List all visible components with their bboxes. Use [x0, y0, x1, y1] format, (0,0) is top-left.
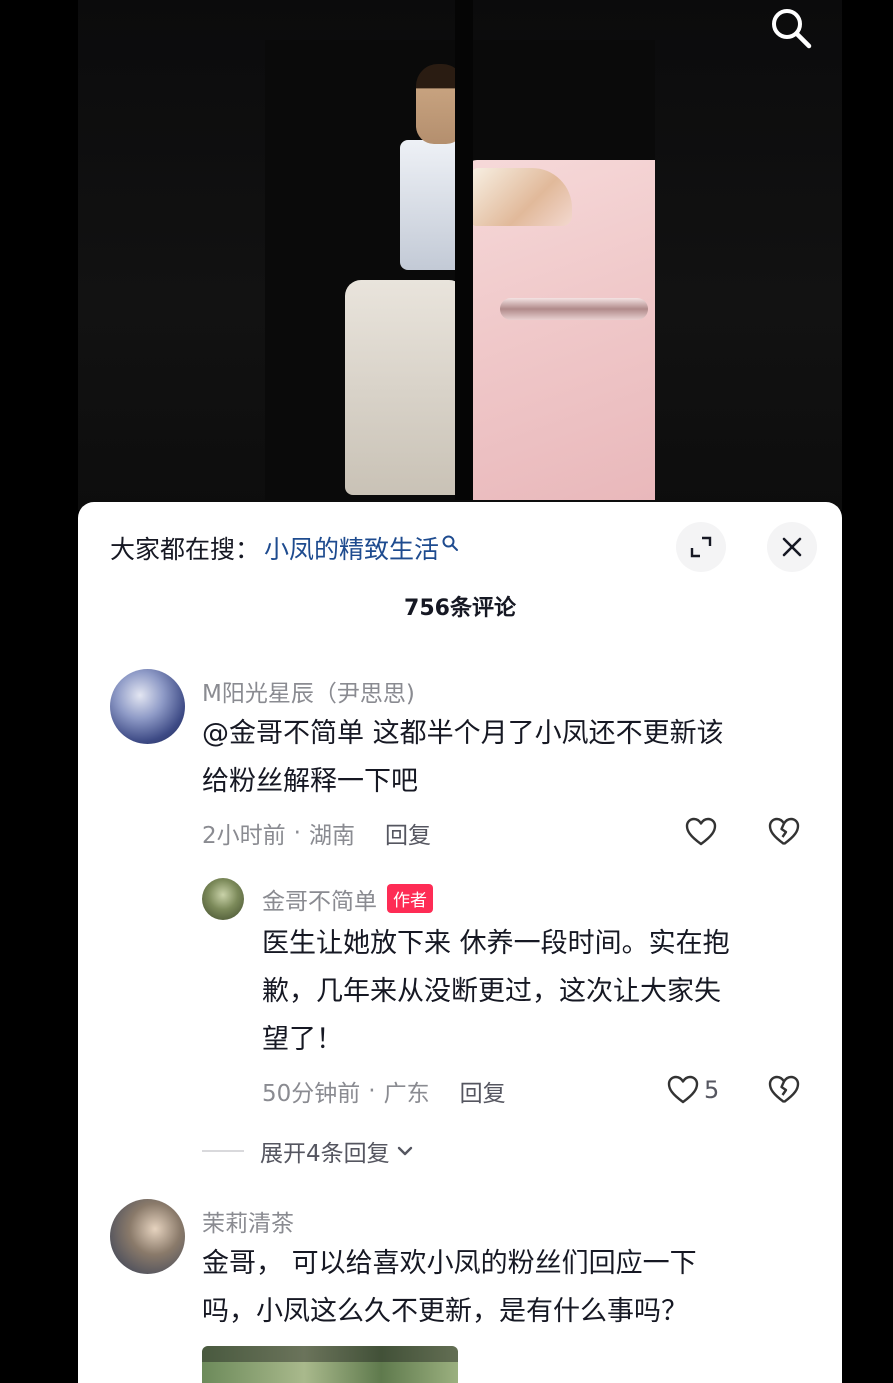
expand-replies-label: 展开4条回复: [260, 1141, 390, 1167]
trending-search-row[interactable]: 大家都在搜： 小凤的精致生活: [110, 528, 459, 568]
avatar[interactable]: [110, 669, 185, 744]
broken-heart-icon: [768, 1075, 800, 1103]
like-button[interactable]: 5: [666, 1073, 719, 1107]
comment-location: 湖南: [308, 823, 355, 849]
comment-text-line: @金哥不简单 这都半个月了小凤还不更新该: [202, 718, 724, 749]
search-icon[interactable]: [766, 4, 814, 52]
dislike-button[interactable]: [767, 815, 801, 849]
trending-search-prefix: 大家都在搜：: [110, 535, 261, 564]
comment-image-thumbnail[interactable]: [202, 1346, 458, 1383]
heart-icon: [685, 817, 717, 846]
comment-text-line: 给粉丝解释一下吧: [202, 766, 418, 797]
comment-sheet: 大家都在搜： 小凤的精致生活 756条评论 M阳光星辰（尹思思) @金哥不简单 …: [78, 502, 842, 1383]
expand-button[interactable]: [676, 522, 726, 572]
meta-separator: ·: [293, 820, 301, 846]
reply-text-line: 望了！: [262, 1024, 343, 1055]
broken-heart-icon: [768, 817, 800, 845]
reply-location: 广东: [383, 1081, 430, 1107]
reply-text-line: 医生让她放下来 休养一段时间。实在抱: [262, 928, 730, 959]
reply-meta: 50分钟前 · 广东 回复: [262, 1074, 506, 1108]
car-seat: [345, 280, 465, 495]
author-badge: 作者: [387, 884, 433, 913]
expand-replies-button[interactable]: 展开4条回复: [202, 1134, 416, 1168]
close-icon: [782, 537, 802, 557]
reply-time: 50分钟前: [262, 1081, 361, 1107]
car-door-handle: [500, 298, 648, 320]
reply-button[interactable]: 回复: [460, 1074, 506, 1108]
search-term-icon: [442, 535, 459, 551]
meta-separator: ·: [368, 1078, 376, 1104]
comment-time: 2小时前: [202, 823, 286, 849]
comment-username[interactable]: 茉莉清茶: [202, 1204, 294, 1238]
reply-username-row: 金哥不简单 作者: [262, 882, 433, 916]
chevron-down-icon: [397, 1146, 412, 1156]
comment-meta: 2小时前 · 湖南 回复: [202, 816, 431, 850]
car-door-light: [472, 168, 572, 226]
close-button[interactable]: [767, 522, 817, 572]
like-count: 5: [704, 1076, 720, 1104]
heart-icon: [667, 1075, 699, 1104]
reply-username[interactable]: 金哥不简单: [262, 889, 377, 915]
car-pillar: [455, 0, 473, 500]
dislike-button[interactable]: [767, 1073, 801, 1107]
comment-text-line: 吗，小凤这么久不更新，是有什么事吗？: [202, 1296, 688, 1327]
comment-username[interactable]: M阳光星辰（尹思思): [202, 674, 415, 708]
comment-text-line: 金哥， 可以给喜欢小凤的粉丝们回应一下: [202, 1248, 697, 1279]
avatar[interactable]: [110, 1199, 185, 1274]
trending-search-term[interactable]: 小凤的精致生活: [264, 530, 439, 566]
comment-count: 756条评论: [404, 596, 516, 621]
divider-line: [202, 1150, 244, 1152]
thumbnail-status-bar: [202, 1346, 458, 1362]
reply-text-line: 歉，几年来从没断更过，这次让大家失: [262, 976, 721, 1007]
reply-button[interactable]: 回复: [385, 816, 431, 850]
expand-icon: [690, 536, 712, 558]
like-button[interactable]: [684, 815, 718, 849]
avatar[interactable]: [202, 878, 244, 920]
video-player[interactable]: [0, 0, 893, 510]
